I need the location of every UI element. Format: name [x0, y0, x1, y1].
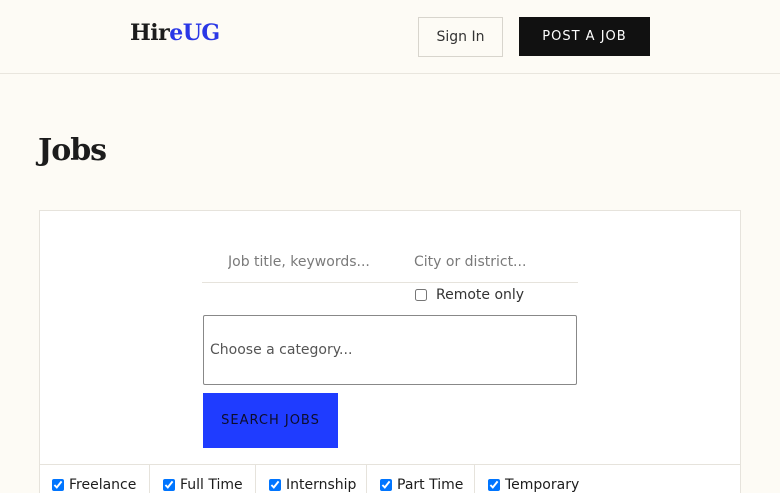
post-job-button[interactable]: POST A JOB [519, 17, 650, 56]
job-type-label: Internship [286, 477, 357, 493]
job-type-checkbox[interactable] [380, 479, 392, 491]
job-type-checkbox[interactable] [52, 479, 64, 491]
job-type-freelance[interactable]: Freelance [39, 465, 150, 493]
site-logo[interactable]: HireUG [130, 20, 220, 46]
remote-only-checkbox[interactable] [415, 289, 427, 301]
job-type-full-time[interactable]: Full Time [150, 465, 256, 493]
logo-text-part2: eUG [169, 20, 220, 46]
city-input[interactable] [402, 241, 578, 283]
job-type-label: Part Time [397, 477, 464, 493]
job-search-form: Remote only Choose a category... SEARCH … [39, 210, 741, 493]
job-type-label: Freelance [69, 477, 137, 493]
site-header: HireUG Sign In POST A JOB [0, 0, 780, 74]
keywords-input[interactable] [202, 241, 402, 283]
job-type-checkbox[interactable] [269, 479, 281, 491]
job-type-part-time[interactable]: Part Time [367, 465, 475, 493]
search-jobs-button[interactable]: SEARCH JOBS [203, 393, 338, 448]
job-type-internship[interactable]: Internship [256, 465, 367, 493]
logo-text-part1: Hir [130, 20, 170, 46]
job-type-label: Full Time [180, 477, 243, 493]
remote-only-option[interactable]: Remote only [415, 287, 524, 303]
job-type-checkbox[interactable] [163, 479, 175, 491]
category-select[interactable]: Choose a category... [203, 315, 577, 385]
sign-in-button[interactable]: Sign In [418, 17, 503, 57]
job-type-checkbox[interactable] [488, 479, 500, 491]
job-type-temporary[interactable]: Temporary [475, 465, 741, 493]
job-type-filters: Freelance Full Time Internship Part Time… [39, 464, 741, 493]
page-title: Jobs [38, 133, 107, 168]
remote-only-label: Remote only [436, 287, 525, 303]
job-type-label: Temporary [505, 477, 580, 493]
category-placeholder: Choose a category... [210, 342, 353, 358]
